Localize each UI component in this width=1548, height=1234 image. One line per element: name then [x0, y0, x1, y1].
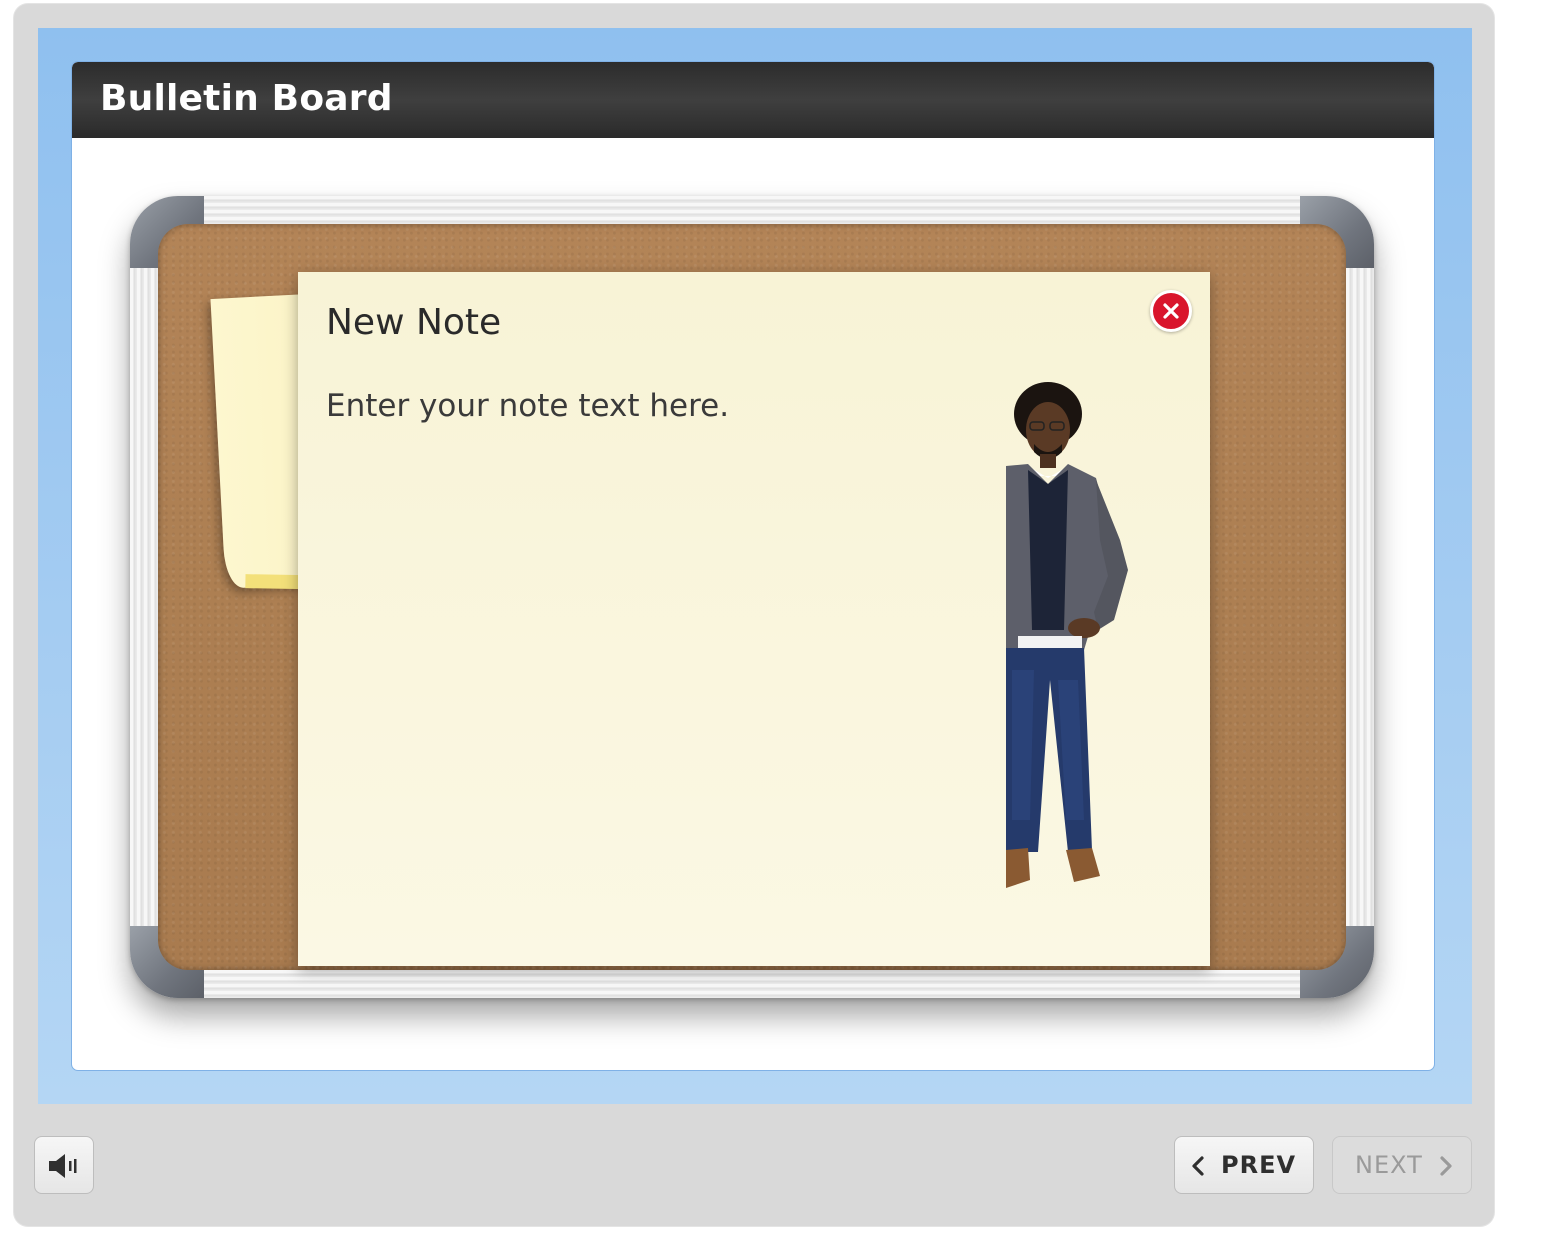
course-player: Bulletin Board New Note Enter your note …: [14, 4, 1494, 1226]
frame-rail-left: [130, 268, 158, 928]
frame-rail-bottom: [204, 970, 1300, 998]
slide-frame: Bulletin Board New Note Enter your note …: [38, 28, 1472, 1104]
next-button-label: NEXT: [1355, 1151, 1423, 1179]
frame-rail-right: [1346, 268, 1374, 928]
prev-button-label: PREV: [1221, 1151, 1297, 1179]
note-body-text: Enter your note text here.: [326, 388, 730, 424]
chevron-right-icon: [1440, 1156, 1452, 1176]
prev-button[interactable]: PREV: [1174, 1136, 1314, 1194]
slide-title-bar: Bulletin Board: [72, 62, 1434, 138]
close-button[interactable]: [1150, 290, 1192, 332]
frame-rail-top: [204, 196, 1300, 224]
slide-title: Bulletin Board: [100, 78, 393, 119]
next-button[interactable]: NEXT: [1332, 1136, 1472, 1194]
slide-canvas: Bulletin Board New Note Enter your note …: [72, 62, 1434, 1070]
note-title: New Note: [326, 302, 502, 343]
chevron-left-icon: [1192, 1156, 1204, 1176]
character-illustration: [1006, 382, 1128, 888]
speaker-icon: [49, 1154, 77, 1178]
close-icon: [1163, 303, 1179, 319]
new-note-popup: New Note Enter your note text here.: [298, 272, 1210, 966]
volume-button[interactable]: [34, 1136, 94, 1194]
